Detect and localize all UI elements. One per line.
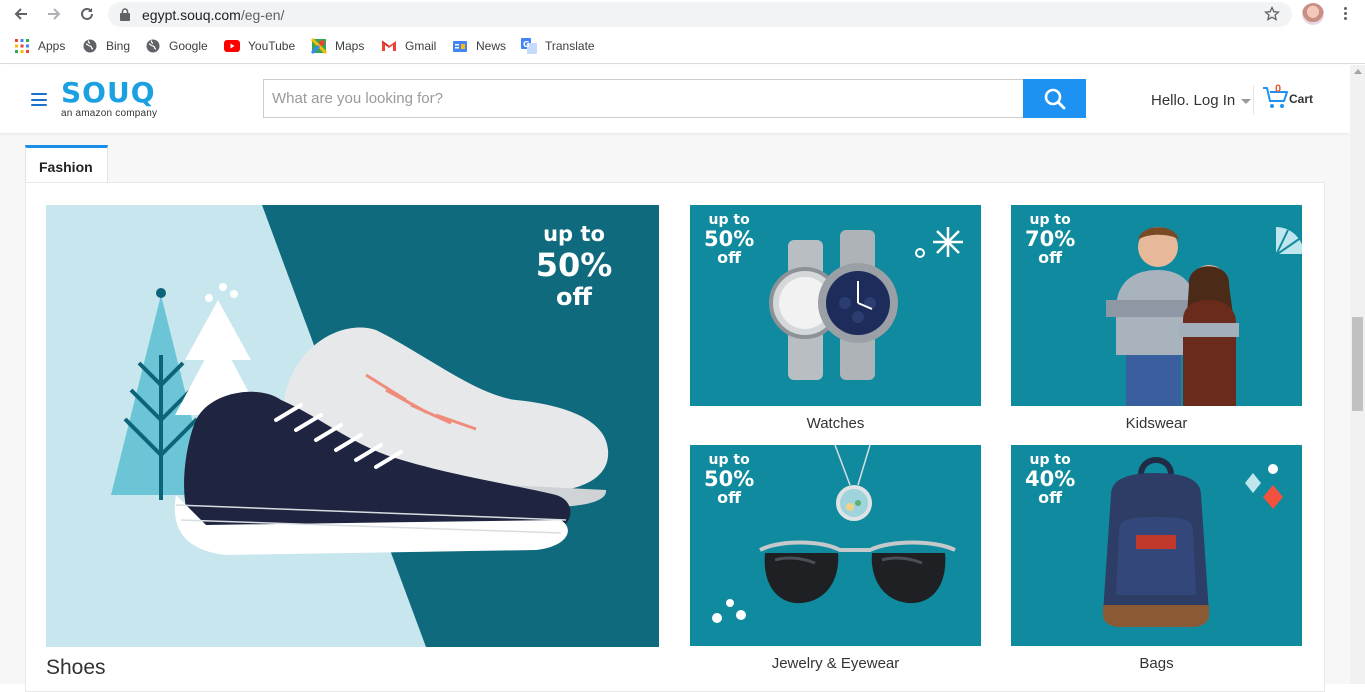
globe-icon — [145, 38, 161, 54]
star-icon[interactable] — [1264, 6, 1280, 22]
bookmark-youtube[interactable]: YouTube — [224, 38, 295, 54]
globe-icon — [82, 38, 98, 54]
shoes-banner[interactable]: up to 50% off — [46, 205, 659, 647]
bags-tile[interactable]: up to 40% off — [1011, 445, 1302, 646]
url-text: egypt.souq.com/eg-en/ — [142, 7, 285, 23]
gmail-icon — [381, 38, 397, 54]
reload-icon — [81, 7, 93, 20]
maps-icon — [311, 38, 327, 54]
cart-button[interactable]: 0 Cart — [1262, 83, 1313, 116]
svg-text:G: G — [523, 40, 530, 49]
search-button[interactable] — [1023, 79, 1086, 118]
arrow-right-icon — [48, 8, 61, 20]
bookmark-news[interactable]: News — [452, 38, 506, 54]
bags-promo: up to 40% off — [1025, 452, 1076, 507]
cart-count: 0 — [1275, 83, 1282, 95]
login-dropdown[interactable]: Hello. Log In — [1151, 92, 1252, 109]
logo-tagline: an amazon company — [61, 108, 158, 119]
youtube-icon — [224, 38, 240, 54]
back-button[interactable] — [11, 4, 31, 24]
translate-icon: G — [521, 38, 537, 54]
arrow-left-icon — [14, 8, 27, 20]
tab-fashion[interactable]: Fashion — [25, 145, 108, 184]
watches-promo: up to 50% off — [704, 212, 755, 267]
hamburger-menu-icon[interactable] — [31, 93, 47, 106]
souq-logo[interactable]: SOUQ an amazon company — [61, 79, 158, 120]
watches-caption[interactable]: Watches — [690, 415, 981, 432]
jewelry-eyewear-tile[interactable]: up to 50% off — [690, 445, 981, 646]
bookmark-apps[interactable]: Apps — [14, 38, 65, 54]
page-content: SOUQ an amazon company Hello. Log In 0 C… — [0, 65, 1350, 692]
search-input[interactable] — [263, 79, 1023, 118]
bags-caption[interactable]: Bags — [1011, 655, 1302, 672]
address-bar[interactable]: egypt.souq.com/eg-en/ — [108, 2, 1292, 27]
watches-tile[interactable]: up to 50% off — [690, 205, 981, 406]
search-icon — [1044, 88, 1065, 109]
forward-button[interactable] — [44, 4, 64, 24]
profile-avatar[interactable] — [1302, 3, 1324, 25]
caret-down-icon — [1241, 99, 1252, 104]
jewelry-eyewear-caption[interactable]: Jewelry & Eyewear — [690, 655, 981, 672]
browser-toolbar: egypt.souq.com/eg-en/ — [0, 0, 1365, 28]
bookmark-gmail[interactable]: Gmail — [381, 38, 436, 54]
search-bar — [263, 79, 1086, 118]
page-scrollbar[interactable] — [1350, 65, 1365, 684]
site-header: SOUQ an amazon company Hello. Log In 0 C… — [0, 65, 1350, 133]
kidswear-tile[interactable]: up to 70% off — [1011, 205, 1302, 406]
jewelry-eyewear-promo: up to 50% off — [704, 452, 755, 507]
kidswear-promo: up to 70% off — [1025, 212, 1076, 267]
bookmark-bing[interactable]: Bing — [82, 38, 130, 54]
hero-promo: up to 50% off — [535, 222, 613, 311]
news-icon — [452, 38, 468, 54]
header-divider — [1253, 85, 1254, 115]
bookmark-translate[interactable]: G Translate — [521, 38, 595, 54]
lock-icon — [120, 8, 130, 21]
reload-button[interactable] — [77, 4, 97, 24]
shoes-caption[interactable]: Shoes — [46, 656, 106, 680]
scrollbar-thumb[interactable] — [1352, 317, 1363, 411]
bookmarks-bar: Apps Bing Google YouTube Maps Gmail News… — [0, 28, 1365, 64]
cart-label: Cart — [1289, 92, 1314, 106]
kidswear-caption[interactable]: Kidswear — [1011, 415, 1302, 432]
bookmark-maps[interactable]: Maps — [311, 38, 364, 54]
apps-grid-icon — [14, 38, 30, 54]
scroll-up-icon[interactable] — [1354, 69, 1362, 74]
bookmark-google[interactable]: Google — [145, 38, 208, 54]
browser-menu-icon[interactable] — [1340, 5, 1350, 23]
